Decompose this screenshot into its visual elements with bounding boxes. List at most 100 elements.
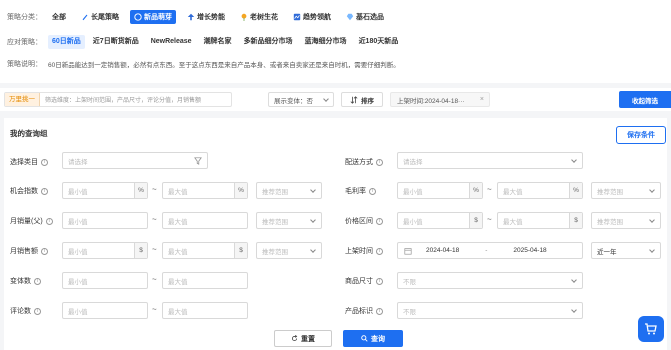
chevron-down-icon (649, 217, 655, 223)
tactic-180day[interactable]: 近180天新品 (355, 35, 403, 49)
chevron-down-icon (310, 247, 316, 253)
info-icon: i (369, 187, 376, 195)
tactic-blue-ocean[interactable]: 蓝海细分市场 (301, 35, 351, 49)
diamond-icon (346, 13, 354, 21)
monthly-sales-max[interactable]: 最大值 (162, 212, 248, 229)
opportunity-min[interactable]: 最小值% (62, 182, 148, 199)
info-icon: i (376, 247, 383, 255)
variant-count-max[interactable]: 最大值 (162, 272, 248, 289)
filter-icon (194, 157, 202, 165)
category-flower[interactable]: 老树生花 (236, 10, 282, 24)
dimension-placeholder: 筛选维度：上架时间范围，产品尺寸，评论分值，月销售额 (45, 98, 202, 104)
info-icon: i (34, 277, 41, 285)
info-icon: i (376, 217, 383, 225)
monthly-sales-min[interactable]: 最小值 (62, 212, 148, 229)
price-recommend[interactable]: 推荐范围 (591, 212, 661, 229)
reset-button[interactable]: 重置 (274, 330, 332, 347)
opportunity-recommend[interactable]: 推荐范围 (256, 182, 322, 199)
chevron-down-icon (310, 187, 316, 193)
chevron-down-icon (310, 217, 316, 223)
price-max[interactable]: 最大值 $ (497, 212, 583, 229)
margin-recommend[interactable]: 推荐范围 (591, 182, 661, 199)
sort-icon (350, 95, 358, 104)
refresh-icon (291, 335, 298, 342)
product-size-select[interactable]: 不限 (397, 272, 583, 289)
tactic-trend-brand[interactable]: 潮牌名家 (200, 35, 236, 49)
monthly-revenue-max[interactable]: 最大值 $ (162, 242, 248, 259)
chevron-down-icon (571, 307, 577, 313)
dimension-search[interactable]: 万里挑一 筛选维度：上架时间范围，产品尺寸，评论分值，月销售额 (4, 92, 232, 107)
info-icon: i (34, 307, 41, 315)
range-separator: ~ (152, 185, 157, 194)
monthly-sales-recommend[interactable]: 推荐范围 (256, 212, 322, 229)
range-separator: ~ (152, 305, 157, 314)
variant-count-min[interactable]: 最小值 (62, 272, 148, 289)
variant-select[interactable]: 展示变体：否 (268, 92, 334, 107)
collapse-filter-button[interactable]: 收起筛选 (619, 91, 671, 108)
label-product-badge: 产品标识 i (345, 306, 383, 316)
strategy-panel: 策略分类： 全部 长尾策略 新品萌芽 增长势能 老树生花 趋势领航 基石选品 应… (0, 0, 671, 83)
review-count-min[interactable]: 最小值 (62, 302, 148, 319)
opportunity-max[interactable]: 最大值% (162, 182, 248, 199)
margin-max[interactable]: 最大值% (497, 182, 583, 199)
cart-icon (645, 323, 657, 335)
review-count-max[interactable]: 最大值 (162, 302, 248, 319)
label-gross-margin: 毛利率 i (345, 186, 376, 196)
label-price-range: 价格区间 i (345, 216, 383, 226)
category-new-sprout[interactable]: 新品萌芽 (130, 10, 176, 24)
date-preset-select[interactable]: 近一年 (591, 242, 661, 259)
label-review-count: 评论数 i (10, 306, 41, 316)
growth-icon (187, 13, 195, 21)
flower-icon (241, 13, 247, 21)
rocket-icon (82, 14, 88, 21)
calendar-icon (404, 247, 412, 255)
tactic-60day[interactable]: 60日新品 (48, 35, 85, 49)
sort-button[interactable]: 排序 (341, 92, 383, 107)
info-icon: i (41, 158, 48, 166)
category-longtail[interactable]: 长尾策略 (77, 10, 123, 24)
range-separator: ~ (487, 185, 492, 194)
cart-float-button[interactable] (638, 316, 664, 342)
monthly-revenue-min[interactable]: 最小值 $ (62, 242, 148, 259)
product-badge-select[interactable]: 不限 (397, 302, 583, 319)
margin-min[interactable]: 最小值% (397, 182, 483, 199)
query-panel: 我的查询组 保存条件 选择类目 i 机会指数 i 月销量(父) i 月销售额 i 变体数… (4, 118, 667, 350)
sprout-icon (134, 13, 142, 21)
tactic-multi-new[interactable]: 多新品细分市场 (240, 35, 297, 49)
tactic-label: 应对策略： (7, 39, 42, 46)
category-all[interactable]: 全部 (48, 10, 70, 24)
monthly-revenue-recommend[interactable]: 推荐范围 (256, 242, 322, 259)
trend-icon (293, 13, 301, 21)
category-label: 策略分类： (7, 14, 42, 21)
range-separator: ~ (487, 215, 492, 224)
delivery-select[interactable]: 请选择 (397, 152, 583, 169)
info-icon: i (376, 307, 383, 315)
price-min[interactable]: 最小值 $ (397, 212, 483, 229)
chevron-down-icon (323, 96, 329, 102)
chevron-down-icon (649, 247, 655, 253)
label-variant-count: 变体数 i (10, 276, 41, 286)
chevron-down-icon (571, 277, 577, 283)
tactic-newrelease[interactable]: NewRelease (147, 35, 196, 49)
tactic-7day-outofstock[interactable]: 近7日断货新品 (89, 35, 143, 49)
category-foundation[interactable]: 基石选品 (342, 10, 388, 24)
listing-date-range[interactable]: 2024-04-18 - 2025-04-18 (397, 242, 583, 259)
category-select[interactable]: 请选择 (62, 152, 208, 169)
label-monthly-sales-parent: 月销量(父) i (10, 216, 53, 226)
description-row: 策略说明： 60日新品能达到一定销售额，必然有点东西。至于这点东西是来自产品本身… (7, 59, 400, 69)
chevron-down-icon (649, 187, 655, 193)
category-trend[interactable]: 趋势领航 (289, 10, 335, 24)
info-icon: i (41, 247, 48, 255)
range-separator: ~ (152, 245, 157, 254)
save-condition-button[interactable]: 保存条件 (616, 126, 666, 144)
date-from: 2024-04-18 (426, 247, 460, 254)
tactic-row: 应对策略： 60日新品 近7日断货新品 NewRelease 潮牌名家 多新品细… (7, 35, 406, 49)
dimension-tag: 万里挑一 (5, 93, 40, 106)
info-icon: i (45, 217, 53, 225)
range-separator: ~ (152, 275, 157, 284)
date-filter-chip[interactable]: 上架时间:2024-04-18··· × (390, 92, 490, 107)
info-icon: i (376, 277, 383, 285)
close-icon[interactable]: × (480, 96, 484, 103)
category-growth[interactable]: 增长势能 (183, 10, 229, 24)
query-button[interactable]: 查询 (343, 330, 403, 347)
